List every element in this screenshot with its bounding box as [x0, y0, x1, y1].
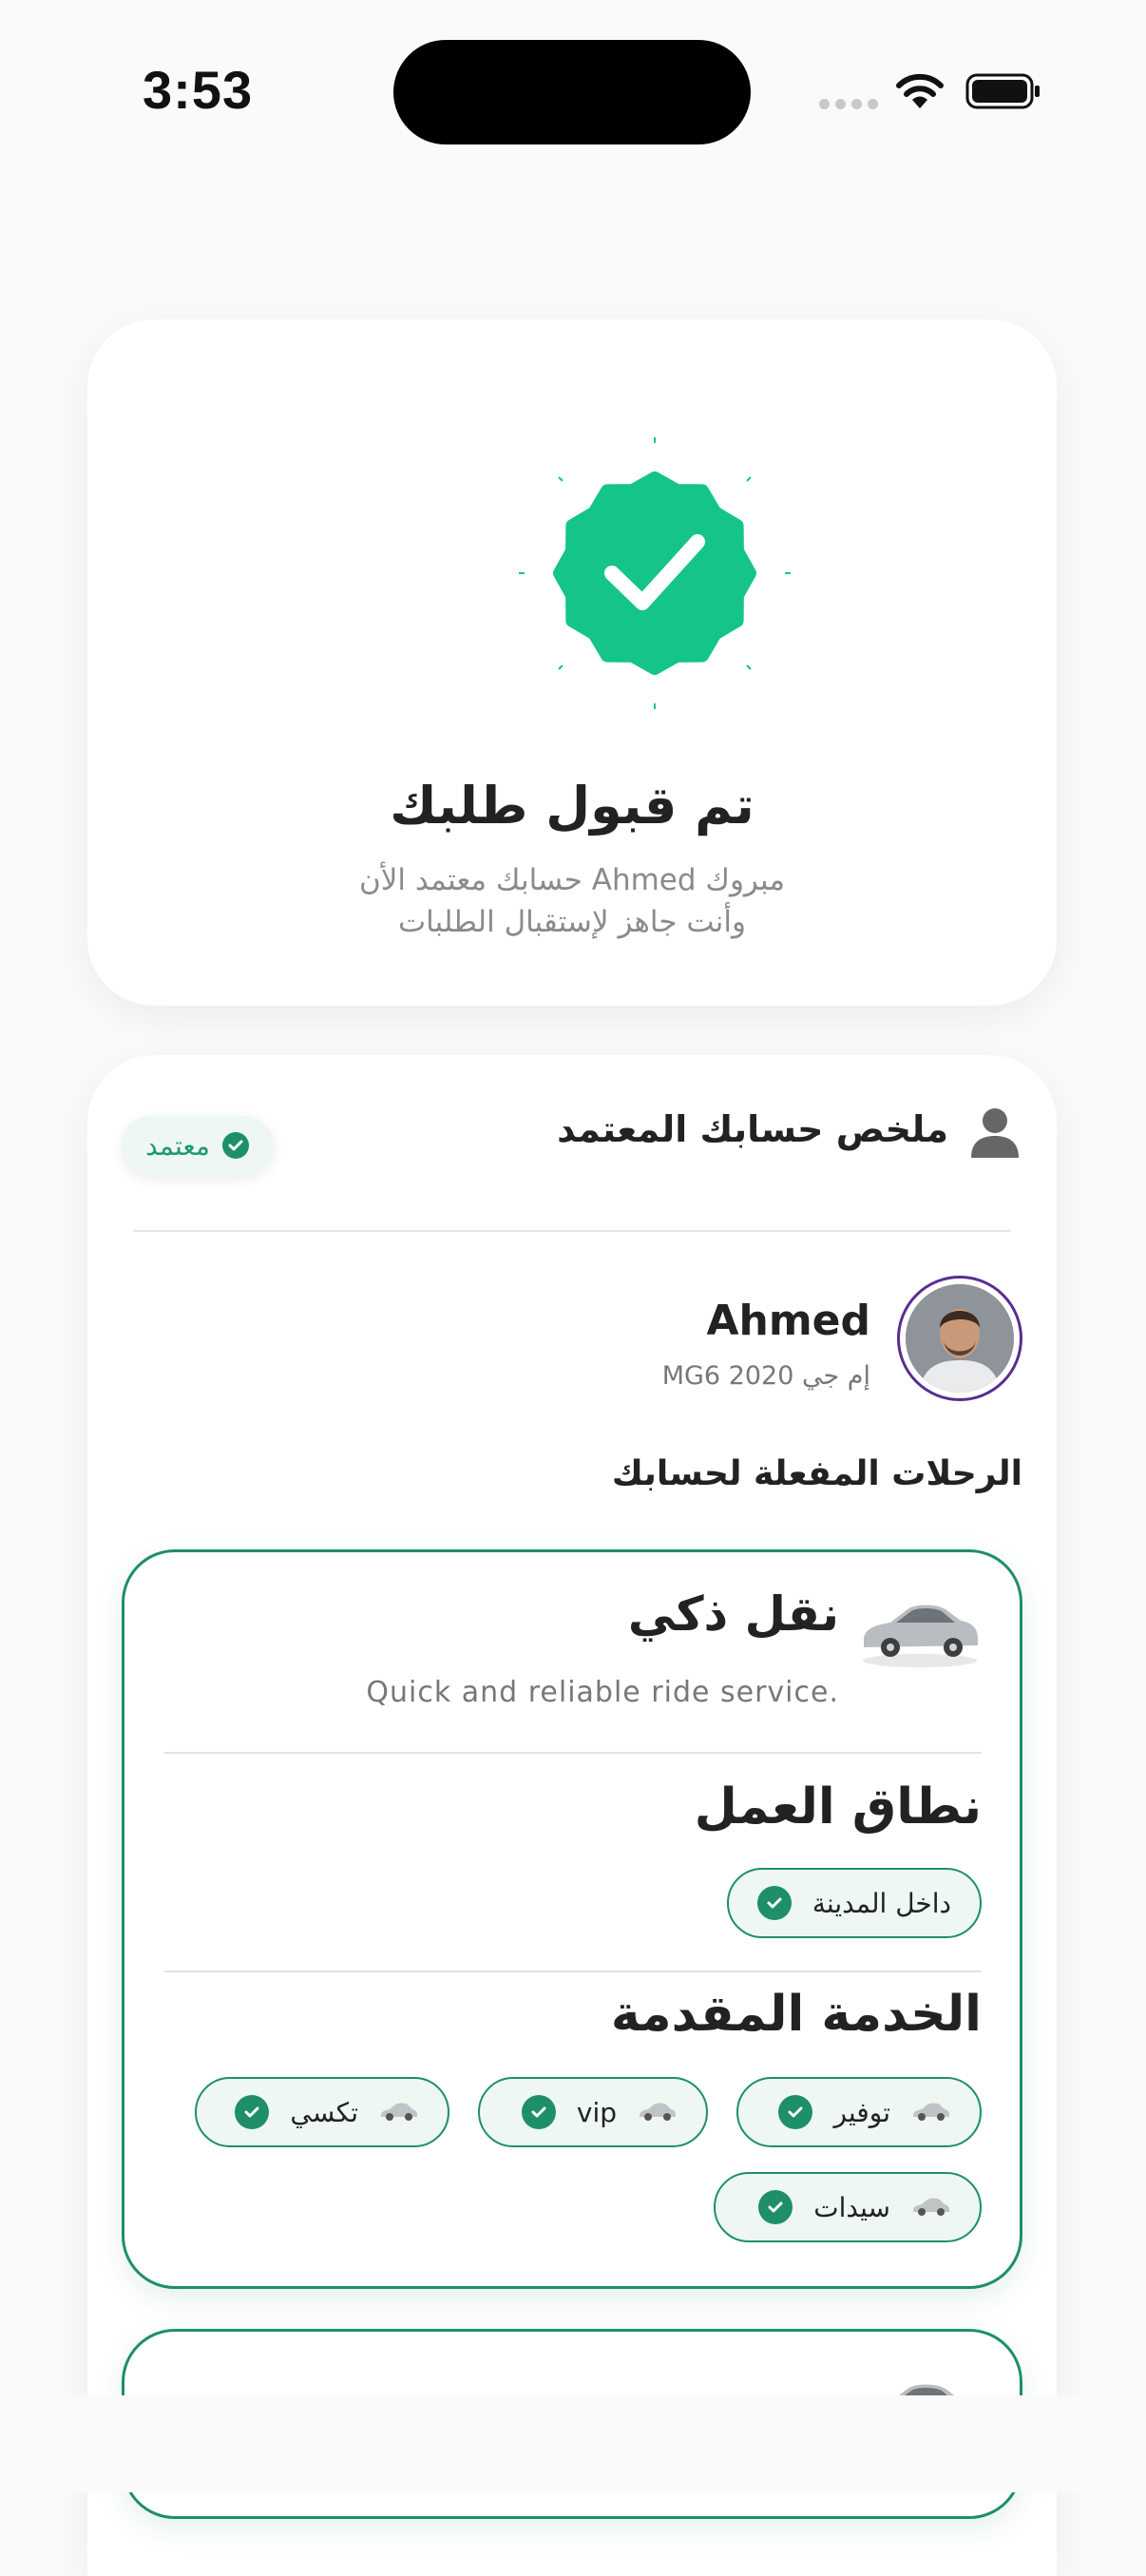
car-icon: [640, 2103, 676, 2121]
service-chip[interactable]: سيدات: [714, 2172, 982, 2242]
confirmation-subtitle: مبروك Ahmed حسابك معتمد الأن وأنت جاهز ل…: [87, 859, 1057, 943]
check-circle-icon: [521, 2095, 556, 2129]
confirmation-card: تم قبول طلبك مبروك Ahmed حسابك معتمد الأ…: [87, 319, 1057, 1006]
service-title: نقل ذكي: [627, 1586, 839, 1642]
confirmation-line-1: مبروك Ahmed حسابك معتمد الأن: [358, 863, 785, 897]
check-circle-icon: [758, 2190, 793, 2224]
active-trips-label: الرحلات المفعلة لحسابك: [611, 1454, 1022, 1493]
car-model: إم جي MG6 2020: [661, 1361, 870, 1391]
wifi-icon: [896, 73, 944, 108]
confirmation-line-2: وأنت جاهز لإستقبال الطلبات: [397, 905, 747, 939]
summary-title: ملخص حسابك المعتمد: [557, 1108, 948, 1150]
car-icon: [913, 2103, 949, 2121]
divider: [164, 1970, 982, 1972]
chip-label: تكسي: [290, 2096, 358, 2128]
person-icon: [971, 1108, 1019, 1158]
bottom-area: [0, 2395, 1146, 2492]
divider: [133, 1230, 1011, 1232]
check-circle-icon: [778, 2095, 813, 2129]
car-icon: [913, 2198, 949, 2216]
car-icon: [381, 2103, 417, 2121]
service-card[interactable]: نقل ذكي Quick and reliable ride service.…: [122, 1549, 1022, 2289]
battery-icon: [965, 73, 1040, 109]
check-circle-icon: [235, 2095, 270, 2129]
chip-label: vip: [576, 2096, 617, 2128]
divider: [164, 1752, 982, 1754]
verified-badge-icon: [519, 437, 791, 709]
account-summary-card: ملخص حسابك المعتمد معتمد Ahmed إم جي MG6…: [87, 1055, 1057, 2576]
service-chip[interactable]: توفير: [736, 2077, 982, 2147]
confirmation-title: تم قبول طلبك: [390, 776, 754, 836]
service-chip[interactable]: تكسي: [195, 2077, 449, 2147]
avatar: [897, 1276, 1022, 1401]
chip-label: داخل المدينة: [812, 1887, 951, 1919]
service-chip[interactable]: vip: [478, 2077, 708, 2147]
chip-label: سيدات: [813, 2191, 890, 2223]
chip-label: توفير: [833, 2096, 890, 2128]
avatar-photo: [906, 1284, 1014, 1393]
scope-heading: نطاق العمل: [694, 1778, 982, 1836]
check-circle-icon: [756, 1886, 792, 1920]
user-name: Ahmed: [706, 1297, 870, 1345]
approved-label: معتمد: [145, 1129, 210, 1162]
status-bar: 3:53: [0, 0, 1146, 162]
signal-icon: [819, 99, 878, 109]
dynamic-island: [393, 40, 751, 144]
car-icon: [863, 1605, 978, 1667]
status-time: 3:53: [143, 60, 254, 120]
check-circle-icon: [221, 1132, 249, 1159]
offered-service-heading: الخدمة المقدمة: [610, 1986, 982, 2043]
approved-badge: معتمد: [122, 1116, 274, 1175]
scope-chip[interactable]: داخل المدينة: [726, 1868, 982, 1938]
service-description: Quick and reliable ride service.: [366, 1676, 839, 1709]
